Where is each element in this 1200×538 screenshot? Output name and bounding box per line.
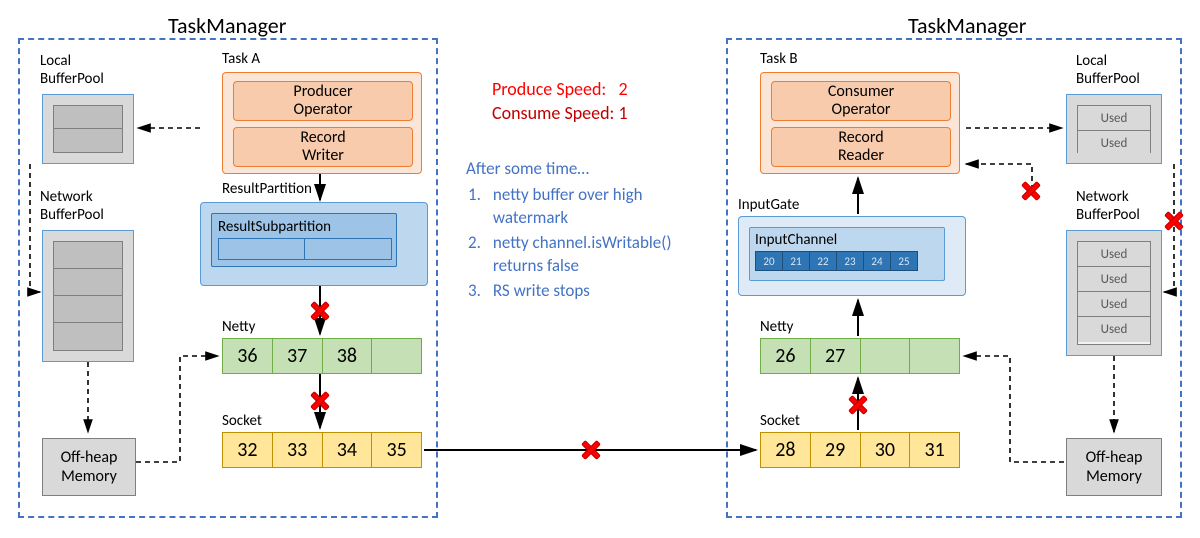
- network-pool-left: [42, 230, 134, 362]
- consume-speed: Consume Speed: 1: [492, 102, 628, 124]
- producer-operator: Producer Operator: [233, 81, 413, 121]
- netty-left: 36 37 38: [222, 338, 422, 374]
- used-cell: Used: [1078, 292, 1150, 317]
- result-subpartition-label: ResultSubpartition: [218, 218, 331, 236]
- task-a: Producer Operator Record Writer: [222, 72, 422, 174]
- tm-right-title: TaskManager: [908, 12, 1026, 39]
- ic-cell: 22: [809, 251, 837, 271]
- socket-cell: 33: [273, 433, 323, 467]
- record-writer: Record Writer: [233, 127, 413, 167]
- input-channel-label: InputChannel: [755, 231, 837, 249]
- ic-cell: 23: [836, 251, 864, 271]
- result-partition: ResultSubpartition: [200, 202, 428, 286]
- tm-left-title: TaskManager: [168, 12, 286, 39]
- task-a-label: Task A: [222, 50, 260, 68]
- socket-cell: 29: [811, 433, 861, 467]
- cross-icon: [580, 439, 602, 461]
- consumer-operator: Consumer Operator: [771, 81, 951, 121]
- netty-cell: 38: [323, 339, 373, 373]
- task-b: Consumer Operator Record Reader: [760, 72, 960, 174]
- used-cell: Used: [1078, 317, 1150, 342]
- input-channel: InputChannel 20 21 22 23 24 25: [749, 227, 945, 281]
- socket-cell: 31: [910, 433, 959, 467]
- socket-cell: 28: [761, 433, 811, 467]
- resultpartition-label: ResultPartition: [222, 180, 312, 198]
- used-cell: Used: [1078, 267, 1150, 292]
- socket-label-left: Socket: [222, 412, 262, 430]
- ic-cell: 25: [890, 251, 918, 271]
- input-gate: InputChannel 20 21 22 23 24 25: [738, 216, 966, 296]
- netty-cell: [861, 339, 911, 373]
- network-pool-right: Used Used Used Used: [1066, 230, 1162, 356]
- network-pool-label-right: Network BufferPool: [1076, 188, 1140, 224]
- netty-right: 26 27: [760, 338, 960, 374]
- local-pool-right: Used Used: [1066, 94, 1162, 164]
- netty-label-right: Netty: [760, 318, 793, 336]
- local-pool-left: [42, 94, 134, 164]
- used-cell: Used: [1078, 242, 1150, 267]
- netty-label-left: Netty: [222, 318, 255, 336]
- socket-cell: 32: [223, 433, 273, 467]
- socket-cell: 34: [323, 433, 373, 467]
- local-pool-label-left: Local BufferPool: [40, 52, 104, 88]
- socket-label-right: Socket: [760, 412, 800, 430]
- local-pool-label-right: Local BufferPool: [1076, 52, 1140, 88]
- network-pool-label-left: Network BufferPool: [40, 188, 104, 224]
- record-reader: Record Reader: [771, 127, 951, 167]
- produce-speed: Produce Speed: 2: [492, 78, 628, 100]
- notes-list: 1.netty buffer over high watermark 2.net…: [466, 182, 716, 305]
- ic-cell: 20: [755, 251, 783, 271]
- socket-right: 28 29 30 31: [760, 432, 960, 468]
- netty-cell: 27: [811, 339, 861, 373]
- inputgate-label: InputGate: [738, 196, 799, 214]
- netty-cell: 36: [223, 339, 273, 373]
- socket-left: 32 33 34 35: [222, 432, 422, 468]
- used-cell: Used: [1078, 131, 1150, 156]
- netty-cell: [910, 339, 959, 373]
- result-subpartition: ResultSubpartition: [211, 213, 397, 267]
- offheap-right: Off-heap Memory: [1066, 438, 1162, 496]
- socket-cell: 35: [372, 433, 421, 467]
- ic-cell: 21: [782, 251, 810, 271]
- notes-title: After some time…: [466, 158, 589, 179]
- used-cell: Used: [1078, 106, 1150, 131]
- ic-cell: 24: [863, 251, 891, 271]
- task-b-label: Task B: [760, 50, 798, 68]
- offheap-left: Off-heap Memory: [42, 438, 136, 496]
- netty-cell: [372, 339, 421, 373]
- netty-cell: 26: [761, 339, 811, 373]
- netty-cell: 37: [273, 339, 323, 373]
- socket-cell: 30: [861, 433, 911, 467]
